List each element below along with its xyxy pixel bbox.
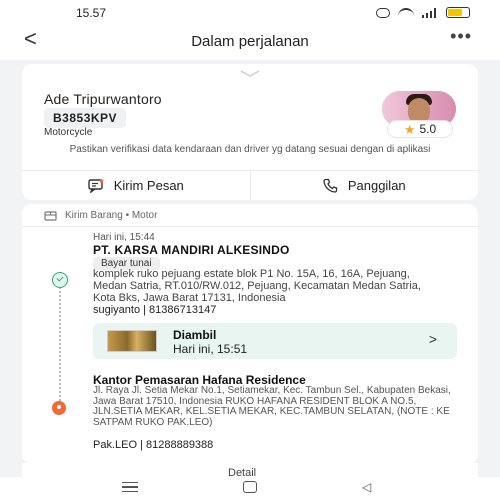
pickup-contact[interactable]: sugiyanto | 81386713147 [93,304,216,316]
pickup-status-row[interactable]: Diambil Hari ini, 15:51 > [93,323,457,359]
divider [22,226,478,227]
pickup-name: PT. KARSA MANDIRI ALKESINDO [93,243,290,257]
driver-rating-badge: ★ 5.0 [387,120,453,138]
detail-peek-label: Detail [228,467,257,477]
phone-icon [323,178,337,193]
status-time: 15.57 [76,6,107,20]
vehicle-plate: B3853KPV [44,108,127,128]
more-options-button[interactable]: ••• [450,26,472,47]
home-icon[interactable] [243,481,257,493]
pickup-address: komplek ruko pejuang estate blok P1 No. … [93,268,421,304]
rating-value: 5.0 [419,122,437,136]
collapse-handle-icon[interactable] [240,70,260,78]
driver-name: Ade Tripurwantoro [44,91,162,107]
detail-peek[interactable]: Detail [22,463,478,477]
call-button[interactable]: Panggilan [249,171,479,200]
battery-icon [446,7,470,18]
status-icons [376,7,470,18]
recents-icon[interactable] [122,482,138,492]
package-icon [44,211,57,221]
driver-actions: Kirim Pesan Panggilan [22,170,478,200]
system-nav-bar: ◁ [0,477,500,500]
driver-card: Ade Tripurwantoro B3853KPV Motorcycle ★ … [22,64,478,200]
order-header: Kirim Barang • Motor [44,210,157,221]
verification-note: Pastikan verifikasi data kendaraan dan d… [69,144,431,155]
status-bar: 15.57 [0,0,500,24]
chevron-right-icon: > [428,331,437,347]
dropoff-address: Jl. Raya Jl. Setia Mekar No.1, Setiameka… [93,385,451,428]
back-icon[interactable]: ◁ [362,480,371,494]
status-title: Diambil [173,328,217,342]
signal-icon [422,7,438,18]
send-message-label: Kirim Pesan [113,178,184,193]
service-label: Kirim Barang • Motor [65,210,158,221]
send-message-button[interactable]: Kirim Pesan [22,171,250,200]
chat-icon [88,178,104,193]
status-time: Hari ini, 15:51 [173,342,248,356]
wifi-icon [398,7,414,18]
call-label: Panggilan [347,178,406,193]
page-title: Dalam perjalanan [191,33,309,50]
route-line [59,279,61,401]
dropoff-pin-icon [52,401,66,415]
app-bar: < Dalam perjalanan ••• [0,24,500,60]
vehicle-type: Motorcycle [44,127,93,138]
pickup-check-icon [52,272,68,288]
star-icon: ★ [403,121,416,137]
pickup-photo[interactable] [107,330,157,352]
dnd-icon [376,7,390,18]
order-card: Kirim Barang • Motor Hari ini, 15:44 PT.… [22,204,478,464]
dropoff-contact[interactable]: Pak.LEO | 81288889388 [93,439,213,451]
